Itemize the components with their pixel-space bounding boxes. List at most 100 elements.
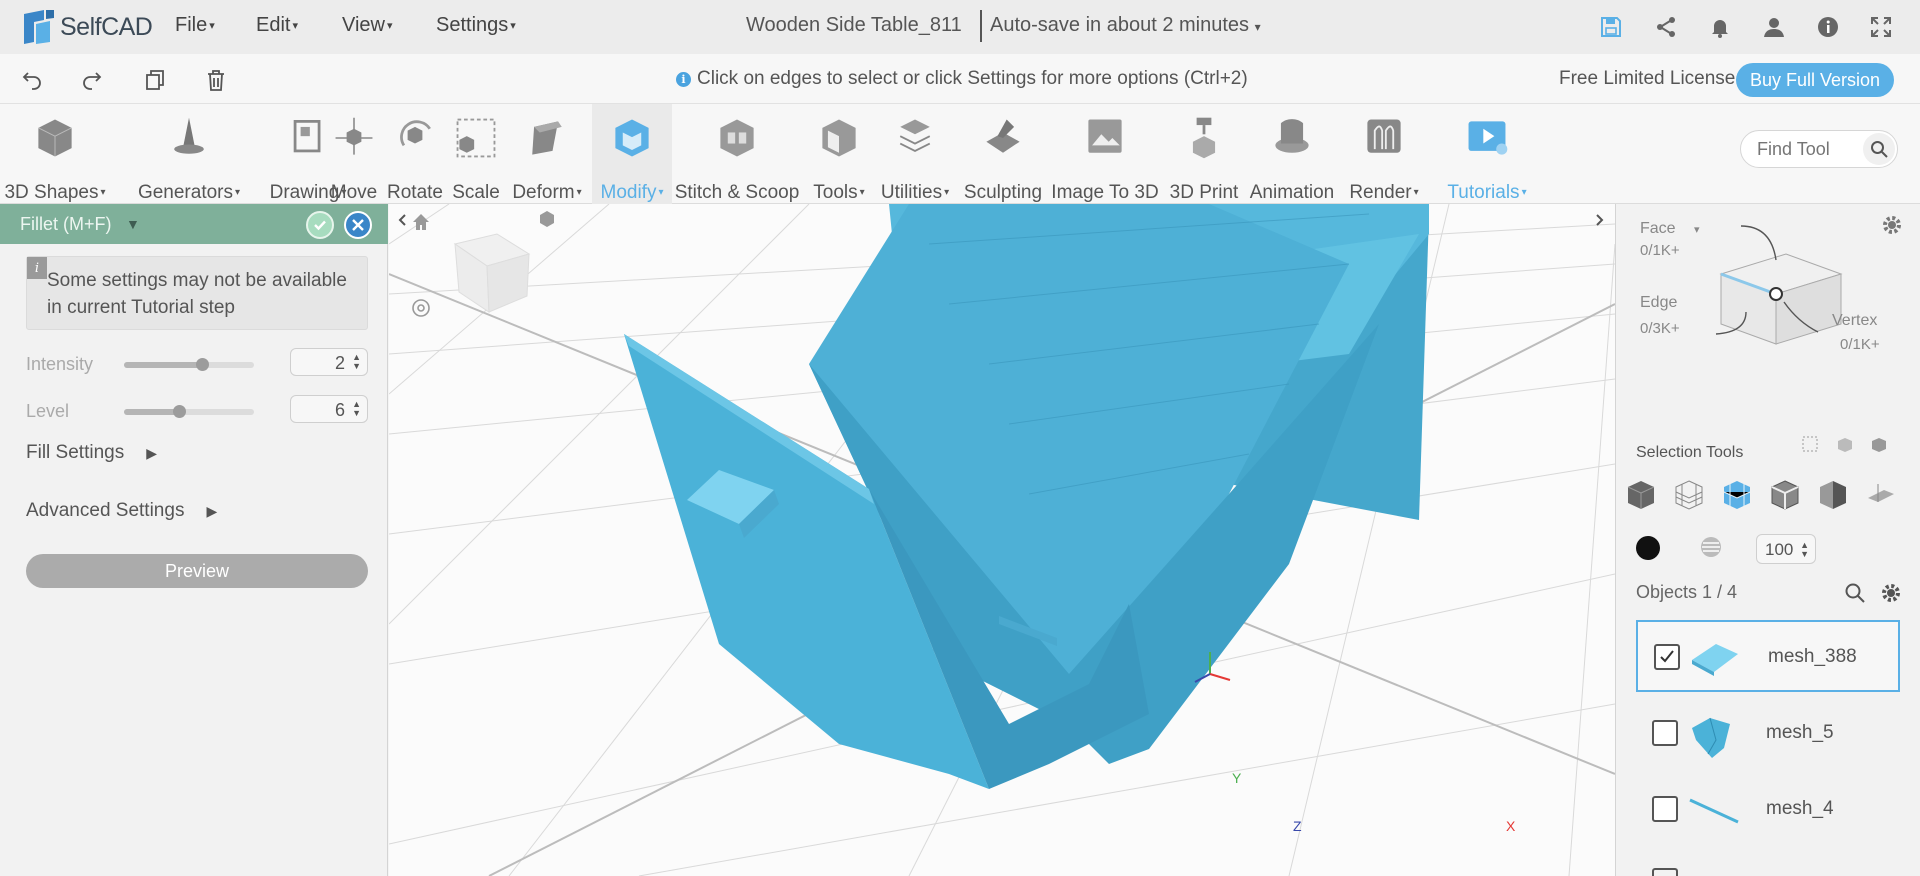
axis-label-x: X (1506, 818, 1516, 834)
panel-collapse-caret-icon[interactable]: ▼ (126, 216, 140, 232)
object-name: mesh_5 (1766, 722, 1834, 743)
home-view-icon[interactable] (409, 210, 433, 234)
tool-image-to-3d[interactable]: Image To 3D (1048, 104, 1162, 204)
select-solid-cube-icon[interactable] (1624, 478, 1658, 512)
tool-tutorials[interactable]: Tutorials ▾ (1447, 104, 1527, 204)
tool-stitch-scoop[interactable]: Stitch & Scoop (674, 104, 800, 204)
autosave-status[interactable]: Auto-save in about 2 minutes ▾ (990, 14, 1261, 37)
material-texture-icon[interactable] (1698, 534, 1724, 565)
menu-view[interactable]: View ▾ (342, 14, 393, 37)
camera-view-icon[interactable] (535, 208, 559, 232)
find-tool-search[interactable] (1740, 130, 1898, 168)
object-checkbox-partial[interactable] (1652, 868, 1678, 876)
object-checkbox[interactable] (1654, 644, 1680, 670)
delete-trash-icon[interactable] (202, 66, 230, 94)
object-row-mesh-5[interactable]: mesh_5 (1636, 698, 1900, 770)
intensity-slider-thumb[interactable] (196, 358, 209, 371)
tool-utilities[interactable]: Utilities ▾ (876, 104, 954, 204)
table-model[interactable] (624, 204, 1429, 789)
tool-move[interactable]: Move (326, 104, 382, 204)
selfcad-logo-icon (24, 10, 54, 44)
color-picker-swatch[interactable] (1636, 536, 1660, 560)
menu-file[interactable]: File ▾ (175, 14, 215, 37)
tool-deform[interactable]: Deform ▾ (506, 104, 588, 204)
tool-modify[interactable]: Modify ▾ (592, 104, 672, 204)
tool-scale[interactable]: Scale (448, 104, 504, 204)
select-wire-cube-icon[interactable] (1768, 478, 1802, 512)
tool-sculpting[interactable]: Sculpting (962, 104, 1044, 204)
close-tool-button[interactable] (344, 211, 372, 239)
snap-target-icon[interactable] (409, 296, 433, 320)
tool-3d-shapes[interactable]: 3D Shapes ▾ (0, 104, 110, 204)
orientation-cube[interactable] (453, 233, 531, 313)
stepper-arrows-icon[interactable]: ▲ ▼ (1800, 541, 1809, 559)
face-mode-label[interactable]: Face ▾ (1640, 220, 1700, 238)
collapse-right-panel-chevron-icon[interactable] (1587, 208, 1611, 232)
select-half-cube-icon[interactable] (1816, 478, 1850, 512)
copy-icon[interactable] (141, 66, 169, 94)
buy-full-version-button[interactable]: Buy Full Version (1736, 63, 1894, 97)
save-icon[interactable] (1598, 14, 1624, 40)
notifications-bell-icon[interactable] (1707, 14, 1733, 40)
menu-settings[interactable]: Settings ▾ (436, 14, 516, 37)
fill-settings-toggle[interactable]: Fill Settings ▶ (26, 442, 157, 464)
select-box-icon[interactable] (1836, 436, 1854, 459)
object-row-mesh-4[interactable]: mesh_4 (1636, 774, 1900, 846)
tool-rotate[interactable]: Rotate (384, 104, 446, 204)
tutorial-notice: i Some settings may not be available in … (26, 256, 368, 330)
object-thumbnail (1692, 644, 1738, 676)
tool-label: Image To 3D (1051, 182, 1159, 203)
select-region-icon[interactable] (1802, 436, 1820, 459)
object-search-icon[interactable] (1844, 582, 1866, 609)
sculpting-icon (986, 119, 1020, 153)
search-icon[interactable] (1863, 133, 1895, 165)
fullscreen-icon[interactable] (1868, 14, 1894, 40)
select-mesh-cube-icon[interactable] (1672, 478, 1706, 512)
share-icon[interactable] (1653, 14, 1679, 40)
select-cube-icon[interactable] (1870, 436, 1888, 459)
tutorials-icon (1468, 121, 1508, 155)
select-plane-icon[interactable] (1864, 478, 1898, 512)
intensity-input[interactable]: 2 ▲ ▼ (290, 348, 368, 376)
scene-canvas[interactable] (389, 204, 1615, 876)
vertex-mode-label[interactable]: Vertex (1832, 312, 1877, 330)
edge-mode-label[interactable]: Edge (1640, 294, 1677, 312)
level-input[interactable]: 6 ▲ ▼ (290, 395, 368, 423)
app-logo[interactable]: SelfCAD (20, 6, 153, 48)
help-info-icon[interactable] (1815, 14, 1841, 40)
face-count: 0/1K+ (1640, 242, 1680, 259)
preview-button[interactable]: Preview (26, 554, 368, 588)
edge-count: 0/3K+ (1640, 320, 1680, 337)
title-divider (980, 10, 982, 42)
menu-edit[interactable]: Edit ▾ (256, 14, 298, 37)
advanced-settings-toggle[interactable]: Advanced Settings ▶ (26, 500, 217, 522)
tool-animation[interactable]: Animation (1246, 104, 1338, 204)
confirm-check-button[interactable] (306, 211, 334, 239)
object-checkbox[interactable] (1652, 720, 1678, 746)
object-checkbox[interactable] (1652, 796, 1678, 822)
find-tool-input[interactable] (1757, 139, 1857, 160)
3d-shapes-icon (38, 119, 72, 157)
level-slider[interactable] (124, 405, 254, 418)
document-title[interactable]: Wooden Side Table_811 (746, 14, 962, 37)
stepper-arrows-icon[interactable]: ▲ ▼ (352, 353, 361, 371)
tool-tools[interactable]: Tools ▾ (808, 104, 870, 204)
tool-hint: i Click on edges to select or click Sett… (676, 68, 1248, 90)
intensity-slider[interactable] (124, 358, 254, 371)
user-account-icon[interactable] (1761, 14, 1787, 40)
opacity-input[interactable]: 100 ▲ ▼ (1756, 534, 1816, 564)
object-settings-gear-icon[interactable] (1880, 582, 1902, 609)
undo-icon[interactable] (18, 66, 46, 94)
tool-label: Utilities ▾ (880, 182, 950, 203)
stepper-arrows-icon[interactable]: ▲ ▼ (352, 400, 361, 418)
selection-mode-cube-diagram[interactable] (1706, 214, 1906, 354)
redo-icon[interactable] (78, 66, 106, 94)
tool-generators[interactable]: Generators ▾ (118, 104, 260, 204)
object-row-mesh-388[interactable]: mesh_388 (1636, 620, 1900, 692)
tool-3d-print[interactable]: 3D Print (1168, 104, 1240, 204)
tool-render[interactable]: Render ▾ (1344, 104, 1424, 204)
level-slider-thumb[interactable] (172, 405, 186, 418)
3d-viewport[interactable]: Y X Z (389, 204, 1615, 876)
select-faces-cube-icon[interactable] (1720, 478, 1754, 512)
info-dot-icon: i (676, 71, 691, 87)
